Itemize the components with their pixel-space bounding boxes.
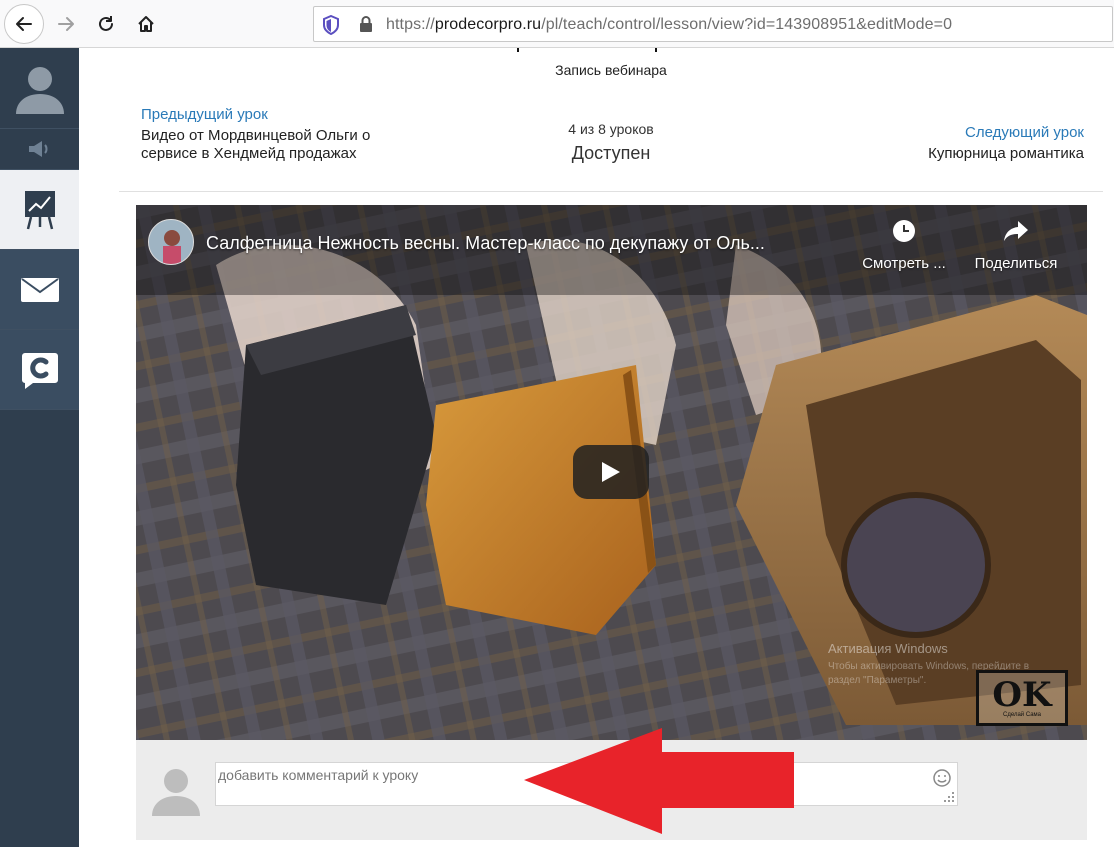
watch-later-label: Смотреть ... [862,255,946,272]
reload-button[interactable] [86,4,126,44]
play-button[interactable] [573,445,649,499]
ok-logo-text: OK [992,675,1052,715]
address-bar[interactable]: https://prodecorpro.ru/pl/teach/control/… [313,6,1113,42]
windows-activation-title: Активация Windows [828,641,948,656]
sidebar-item-notifications[interactable] [0,129,79,170]
video-title[interactable]: Салфетница Нежность весны. Мастер-класс … [206,233,765,254]
channel-avatar[interactable] [148,219,194,265]
reload-icon [99,16,113,31]
next-lesson-title[interactable]: Купюрница романтика [928,145,1084,162]
app-sidebar [0,48,79,847]
ok-logo-subtext: Сделай Сама [1002,712,1042,718]
url-scheme: https:// [386,16,435,33]
sidebar-item-teaching[interactable] [0,170,79,250]
play-icon [602,462,620,482]
lock-icon[interactable] [358,15,374,33]
share-label: Поделиться [974,255,1058,272]
speaker-icon [28,141,47,157]
url-path: /pl/teach/control/lesson/view?id=1439089… [541,16,953,33]
resize-handle-icon[interactable] [944,792,954,802]
red-arrow-annotation [524,728,794,834]
emoji-icon[interactable] [932,768,952,788]
sidebar-item-messages[interactable] [0,250,79,330]
back-button[interactable] [4,4,44,44]
user-avatar-icon [15,67,64,114]
url-host: prodecorpro.ru [434,16,542,33]
sidebar-item-profile[interactable] [0,48,79,129]
lesson-subtitle: Запись вебинара [555,62,667,78]
commenter-avatar-icon [152,769,200,816]
share-button[interactable]: Поделиться [966,219,1066,272]
lesson-header: Запись вебинара Предыдущий урок Видео от… [119,48,1103,192]
share-icon [1004,221,1028,241]
home-icon [138,16,154,32]
ok-logo: OK Сделай Сама [976,670,1068,726]
clock-icon [893,220,915,242]
sidebar-item-chat[interactable] [0,330,79,410]
lesson-title-partial [515,38,695,52]
lesson-counter: 4 из 8 уроков [568,121,654,137]
arrow-right-icon [58,17,74,31]
next-lesson-link[interactable]: Следующий урок [965,124,1084,141]
mail-icon [20,277,59,302]
home-button[interactable] [126,4,166,44]
watch-later-button[interactable]: Смотреть ... [856,219,952,272]
shield-icon[interactable] [322,15,340,35]
video-player[interactable]: Салфетница Нежность весны. Мастер-класс … [136,205,1087,740]
arrow-left-icon [16,17,32,31]
chat-icon [21,352,58,389]
forward-button[interactable] [46,4,86,44]
chart-board-icon [24,190,55,229]
url-text[interactable]: https://prodecorpro.ru/pl/teach/control/… [386,16,952,34]
